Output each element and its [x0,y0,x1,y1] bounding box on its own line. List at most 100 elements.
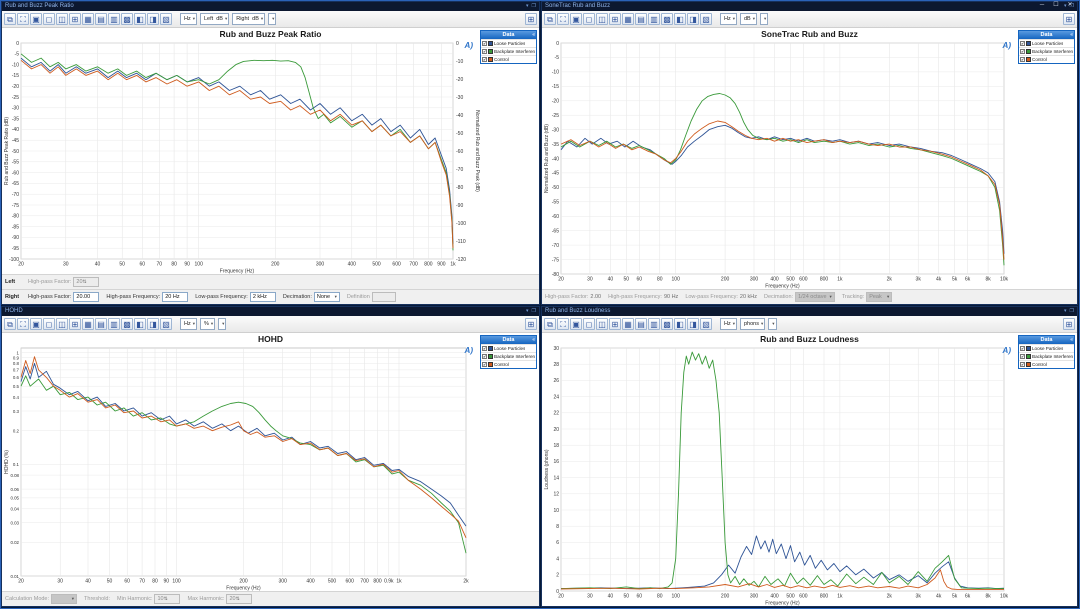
legend-header[interactable]: Data« [1019,31,1074,39]
cursor-icon[interactable]: ◧ [134,13,146,25]
single-graph-icon[interactable]: ◻ [43,318,55,330]
legend-checkbox[interactable]: ✔ [482,346,487,351]
legend-checkbox[interactable]: ✔ [1020,49,1025,54]
tile-grid-icon[interactable]: ⊞ [609,318,621,330]
export-icon[interactable]: ⛶ [17,13,29,25]
pin-icon[interactable]: ▾ [526,307,529,316]
legend-checkbox[interactable]: ✔ [1020,57,1025,62]
waterfall-icon[interactable]: ▤ [635,318,647,330]
maximize-button[interactable]: ☐ [1049,1,1063,10]
dock-layout-icon[interactable]: ⊞ [525,318,537,330]
zoom-icon[interactable]: ◨ [147,13,159,25]
chart-hohd[interactable]: 2030405060708090100200300400500600700800… [2,344,473,591]
print-icon[interactable]: ▣ [570,318,582,330]
chart-rub-and-buzz-peak-ratio[interactable]: 2030405060708090100200300400500600700800… [2,39,481,274]
panel-titlebar[interactable]: SoneTrac Rub and Buzz ▾ ❐ [542,2,1077,11]
param-select[interactable]: None▾ [314,292,340,302]
export-icon[interactable]: ⛶ [557,13,569,25]
dock-layout-icon[interactable]: ⊞ [1063,318,1075,330]
legend-entry[interactable]: ✔Control [481,55,536,63]
float-icon[interactable]: ❐ [532,307,536,316]
tile-grid-icon[interactable]: ⊞ [69,318,81,330]
float-icon[interactable]: ❐ [1070,307,1074,316]
copy-to-clipboard-icon[interactable]: ⧉ [4,318,16,330]
overlay-icon[interactable]: ▦ [622,13,634,25]
legend-entry[interactable]: ✔Control [1019,55,1074,63]
panel-titlebar[interactable]: HOHD ▾ ❐ [2,307,539,316]
overlay-icon[interactable]: ▦ [82,318,94,330]
single-graph-icon[interactable]: ◻ [583,318,595,330]
pin-icon[interactable]: ▾ [526,2,529,11]
overlay-icon[interactable]: ▦ [622,318,634,330]
print-icon[interactable]: ▣ [570,13,582,25]
print-icon[interactable]: ▣ [30,13,42,25]
legend-header[interactable]: Data« [481,31,536,39]
legend-entry[interactable]: ✔Control [1019,360,1074,368]
legend-checkbox[interactable]: ✔ [482,354,487,359]
right-y-unit-combo[interactable]: Right dB▾ [232,13,265,25]
pin-icon[interactable]: ▾ [1064,307,1067,316]
extra-dropdown[interactable]: ▾ [760,13,768,25]
table-view-icon[interactable]: ▥ [108,13,120,25]
legend-toggle-icon[interactable]: ▩ [121,13,133,25]
legend-checkbox[interactable]: ✔ [482,57,487,62]
y-unit-combo[interactable]: phons▾ [740,318,765,330]
param-input[interactable]: 20.00 [73,292,99,302]
cursor-icon[interactable]: ◧ [674,318,686,330]
tile-vertical-icon[interactable]: ◫ [56,318,68,330]
panel-titlebar[interactable]: Rub and Buzz Loudness ▾ ❐ [542,307,1077,316]
cursor-icon[interactable]: ◧ [134,318,146,330]
legend-checkbox[interactable]: ✔ [1020,354,1025,359]
float-icon[interactable]: ❐ [532,2,536,11]
zoom-icon[interactable]: ◨ [687,13,699,25]
legend-pin-icon[interactable]: « [1070,336,1073,344]
dock-layout-icon[interactable]: ⊞ [1063,13,1075,25]
param-input[interactable]: 2 kHz [250,292,276,302]
zoom-icon[interactable]: ◨ [147,318,159,330]
tile-vertical-icon[interactable]: ◫ [596,318,608,330]
axes-settings-icon[interactable]: ▧ [700,318,712,330]
tile-grid-icon[interactable]: ⊞ [609,13,621,25]
extra-dropdown[interactable]: ▾ [218,318,226,330]
axes-settings-icon[interactable]: ▧ [160,13,172,25]
export-icon[interactable]: ⛶ [17,318,29,330]
x-unit-combo[interactable]: Hz▾ [720,13,737,25]
close-button[interactable]: ✕ [1063,1,1077,10]
legend-entry[interactable]: ✔Backplate Interference [481,352,536,360]
legend-entry[interactable]: ✔Loose Particles [1019,39,1074,47]
waterfall-icon[interactable]: ▤ [95,13,107,25]
zoom-icon[interactable]: ◨ [687,318,699,330]
copy-to-clipboard-icon[interactable]: ⧉ [544,318,556,330]
minimize-button[interactable]: ─ [1035,1,1049,10]
tile-vertical-icon[interactable]: ◫ [56,13,68,25]
table-view-icon[interactable]: ▥ [648,13,660,25]
legend-pin-icon[interactable]: « [532,336,535,344]
tile-vertical-icon[interactable]: ◫ [596,13,608,25]
copy-to-clipboard-icon[interactable]: ⧉ [4,13,16,25]
legend-toggle-icon[interactable]: ▩ [121,318,133,330]
legend-pin-icon[interactable]: « [1070,31,1073,39]
legend-checkbox[interactable]: ✔ [1020,41,1025,46]
overlay-icon[interactable]: ▦ [82,13,94,25]
legend-header[interactable]: Data« [481,336,536,344]
left-y-unit-combo[interactable]: Left dB▾ [200,13,229,25]
axes-settings-icon[interactable]: ▧ [700,13,712,25]
legend-entry[interactable]: ✔Loose Particles [481,39,536,47]
legend-toggle-icon[interactable]: ▩ [661,13,673,25]
legend-checkbox[interactable]: ✔ [1020,362,1025,367]
single-graph-icon[interactable]: ◻ [43,13,55,25]
waterfall-icon[interactable]: ▤ [635,13,647,25]
legend-checkbox[interactable]: ✔ [1020,346,1025,351]
legend-header[interactable]: Data« [1019,336,1074,344]
legend-toggle-icon[interactable]: ▩ [661,318,673,330]
export-icon[interactable]: ⛶ [557,318,569,330]
legend-checkbox[interactable]: ✔ [482,362,487,367]
chart-sonetrac-rub-and-buzz[interactable]: 2030405060801002003004005006008001k2k3k4… [542,39,1011,289]
x-unit-combo[interactable]: Hz▾ [180,318,197,330]
legend-pin-icon[interactable]: « [532,31,535,39]
legend-entry[interactable]: ✔Backplate Interference [1019,47,1074,55]
cursor-icon[interactable]: ◧ [674,13,686,25]
chart-rub-and-buzz-loudness[interactable]: 2030405060801002003004005006008001k2k3k4… [542,344,1011,606]
param-input[interactable]: 20 Hz [162,292,188,302]
table-view-icon[interactable]: ▥ [648,318,660,330]
